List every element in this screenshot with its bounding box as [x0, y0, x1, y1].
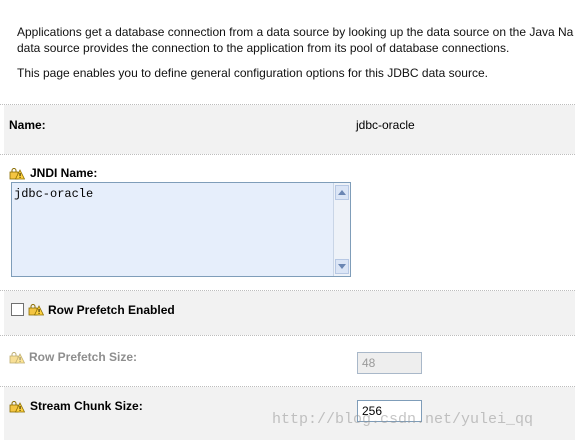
intro-text: Applications get a database connection f…: [17, 24, 575, 81]
textarea-scrollbar[interactable]: [333, 183, 350, 276]
row-prefetch-size-input[interactable]: 48: [357, 352, 422, 374]
warning-lock-info-icon: [9, 401, 25, 413]
intro-line-2: data source provides the connection to t…: [17, 41, 510, 55]
separator: [0, 335, 575, 336]
chevron-up-icon: [338, 190, 346, 195]
jndi-name-label: JNDI Name:: [30, 166, 98, 180]
intro-line-3: This page enables you to define general …: [17, 66, 488, 80]
warning-lock-info-icon: [28, 304, 44, 316]
watermark: http://blog.csdn.net/yulei_qq: [272, 411, 534, 428]
row-prefetch-size-label: Row Prefetch Size:: [29, 350, 138, 364]
separator: [0, 154, 575, 155]
intro-line-1: Applications get a database connection f…: [17, 25, 574, 39]
name-row: [4, 105, 575, 154]
warning-lock-info-icon: [9, 168, 25, 180]
name-value: jdbc-oracle: [356, 118, 415, 132]
warning-lock-info-icon: [9, 352, 25, 364]
name-label: Name:: [9, 118, 46, 132]
jndi-name-textarea[interactable]: jdbc-oracle: [11, 182, 351, 277]
row-prefetch-enabled-checkbox[interactable]: [11, 303, 24, 316]
row-prefetch-enabled-label: Row Prefetch Enabled: [48, 303, 175, 317]
scroll-down-button[interactable]: [335, 259, 349, 274]
chevron-down-icon: [338, 264, 346, 269]
jndi-name-value: jdbc-oracle: [14, 187, 94, 201]
stream-chunk-size-label: Stream Chunk Size:: [30, 399, 143, 413]
scroll-up-button[interactable]: [335, 185, 349, 200]
